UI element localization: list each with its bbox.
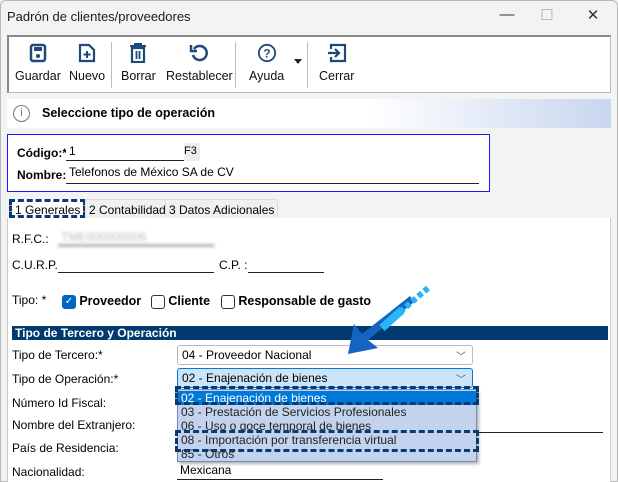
cp-label: C.P. : <box>219 258 248 272</box>
window-title: Padrón de clientes/proveedores <box>7 9 191 24</box>
info-banner: i Seleccione tipo de operación <box>7 99 611 128</box>
operacion-select[interactable]: 02 - Enajenación de bienes ﹀ <box>177 368 473 388</box>
close-button[interactable]: ✕ <box>578 6 608 24</box>
nombre-input[interactable]: Telefonos de México SA de CV <box>66 164 479 184</box>
checkmark-icon: ✓ <box>62 294 76 309</box>
banner-message: Seleccione tipo de operación <box>42 106 215 120</box>
proveedor-checkbox[interactable]: ✓ Proveedor <box>62 294 141 309</box>
reset-icon <box>190 44 209 62</box>
tercero-label: Tipo de Tercero:* <box>12 348 103 362</box>
tab-datos-adicionales[interactable]: 3 Datos Adicionales <box>165 199 279 219</box>
header-box: Código:* 1 F3 Nombre:* Telefonos de Méxi… <box>7 134 490 192</box>
codigo-input[interactable]: 1 <box>66 143 184 161</box>
codigo-label: Código:* <box>17 146 67 160</box>
section-header: Tipo de Tercero y Operación <box>12 326 608 340</box>
chevron-down-icon: ﹀ <box>456 375 466 386</box>
operacion-label: Tipo de Operación:* <box>12 372 119 386</box>
ayuda-button[interactable]: ? Ayuda <box>249 43 284 83</box>
extranjero-label: Nombre del Extranjero: <box>12 418 136 432</box>
svg-text:?: ? <box>263 47 270 61</box>
new-document-icon <box>78 43 96 63</box>
nacionalidad-label: Nacionalidad: <box>12 465 85 479</box>
cerrar-button[interactable]: Cerrar <box>319 43 354 83</box>
operacion-value: 02 - Enajenación de bienes <box>182 371 328 385</box>
tab-bar: 1 Generales 2 Contabilidad 3 Datos Adici… <box>7 199 611 219</box>
toolbar-separator <box>307 42 308 88</box>
highlight-option-02 <box>175 386 479 405</box>
exit-icon <box>327 43 346 63</box>
checkbox-icon <box>221 294 235 309</box>
info-icon: i <box>13 105 30 122</box>
borrar-label: Borrar <box>121 69 156 83</box>
toolbar: Guardar Nuevo Borrar Restablecer ? Ayuda… <box>7 35 611 93</box>
borrar-button[interactable]: Borrar <box>121 43 156 83</box>
nuevo-label: Nuevo <box>69 69 106 83</box>
nombre-label: Nombre:* <box>17 168 72 182</box>
cerrar-label: Cerrar <box>319 69 355 83</box>
restablecer-button[interactable]: Restablecer <box>166 43 233 83</box>
toolbar-separator <box>235 42 236 88</box>
restablecer-label: Restablecer <box>166 69 233 83</box>
proveedor-label: Proveedor <box>79 294 142 308</box>
minimize-button[interactable]: — <box>492 6 522 23</box>
pointer-arrow-icon <box>348 285 430 354</box>
rfc-input[interactable]: TME000000006 <box>58 229 214 246</box>
cp-input[interactable] <box>248 256 324 273</box>
help-icon: ? <box>257 43 276 63</box>
ayuda-label: Ayuda <box>249 69 285 83</box>
guardar-label: Guardar <box>15 69 61 83</box>
tipo-label: Tipo: * <box>12 293 47 307</box>
cliente-label: Cliente <box>168 294 211 308</box>
trash-icon <box>130 43 147 63</box>
checkbox-icon <box>151 294 165 309</box>
pais-label: País de Residencia: <box>12 441 119 455</box>
tab-generales[interactable]: 1 Generales <box>9 199 87 218</box>
option-03[interactable]: 03 - Prestación de Servicios Profesional… <box>178 405 476 419</box>
curp-input[interactable] <box>58 256 214 273</box>
f3-lookup-button[interactable]: F3 <box>184 143 200 161</box>
curp-label: C.U.R.P.: <box>12 258 62 272</box>
tercero-value: 04 - Proveedor Nacional <box>182 348 312 362</box>
ayuda-dropdown-arrow-icon[interactable] <box>294 59 302 64</box>
save-icon <box>29 43 47 63</box>
maximize-button[interactable]: ☐ <box>532 6 562 24</box>
guardar-button[interactable]: Guardar <box>15 43 61 83</box>
rfc-label: R.F.C.: <box>12 232 49 246</box>
nacionalidad-input[interactable]: Mexicana <box>177 462 383 480</box>
nuevo-button[interactable]: Nuevo <box>69 43 105 83</box>
toolbar-separator <box>111 42 112 88</box>
tab-contabilidad[interactable]: 2 Contabilidad <box>85 199 170 219</box>
id-fiscal-label: Número Id Fiscal: <box>12 396 107 410</box>
highlight-option-08 <box>175 430 479 452</box>
chevron-down-icon: ﹀ <box>456 352 466 363</box>
cliente-checkbox[interactable]: Cliente <box>151 294 210 309</box>
